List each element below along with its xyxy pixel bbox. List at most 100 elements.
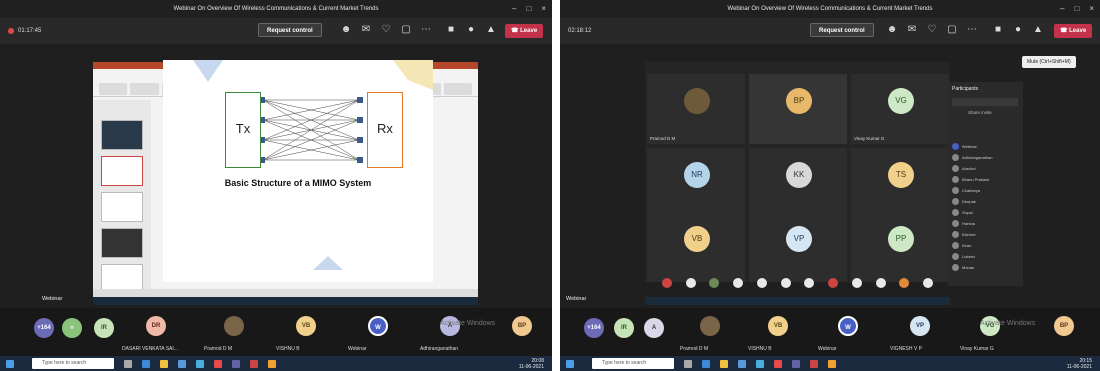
participant-row[interactable]: Kiran [952, 241, 1019, 250]
maximize-icon[interactable]: □ [526, 0, 531, 18]
participant-row[interactable]: Mohan [952, 263, 1019, 272]
reactions-icon[interactable]: ♡ [926, 24, 938, 36]
close-icon[interactable]: × [1089, 0, 1094, 18]
camera-icon[interactable]: ■ [445, 24, 457, 36]
participant-row[interactable]: Chaitanya [952, 186, 1019, 195]
participant-tile[interactable]: Pramod D M [680, 312, 740, 352]
share-invite-link[interactable]: Share invite [968, 110, 992, 115]
participant-tile[interactable]: W Webinar [818, 312, 878, 352]
teams-icon[interactable] [232, 359, 240, 368]
leave-button[interactable]: ☎ Leave [1054, 24, 1093, 38]
participant-name: Webinar [962, 144, 977, 149]
participant-row[interactable]: Deepak [952, 197, 1019, 206]
participants-icon[interactable]: ☻ [340, 24, 352, 36]
microphone-icon[interactable]: ● [465, 24, 477, 36]
leave-button[interactable]: ☎ Leave [505, 24, 544, 38]
rooms-icon[interactable]: ▢ [946, 24, 958, 36]
gallery-tile[interactable]: Pramod D M [647, 74, 745, 144]
gallery-tile[interactable]: VB [647, 212, 745, 282]
file-explorer-icon[interactable] [160, 359, 168, 368]
gallery-tile[interactable]: BP [749, 74, 847, 144]
participant-tile[interactable]: VP VIGNESH V P [890, 312, 950, 352]
participant-tile[interactable]: VG Vinay Kumar G [960, 312, 1020, 352]
reaction-icon[interactable] [709, 278, 720, 288]
clock-date: 11-06-2021 [518, 363, 544, 370]
participant-tile[interactable]: Pramod D M [204, 312, 264, 352]
powerpoint-icon[interactable] [810, 359, 818, 368]
start-icon[interactable] [566, 359, 574, 368]
participant-tile[interactable]: BP [492, 312, 552, 352]
reaction-icon[interactable] [875, 278, 886, 288]
reaction-icon[interactable] [661, 278, 672, 288]
gallery-tile[interactable]: VG Vinay Kumar G [851, 74, 949, 144]
gallery-tile[interactable]: KK [749, 148, 847, 218]
rooms-icon[interactable]: ▢ [400, 24, 412, 36]
gallery-tile[interactable]: VP [749, 212, 847, 282]
gallery-tile[interactable]: PP [851, 212, 949, 282]
participant-row[interactable]: Harsha [952, 219, 1019, 228]
participants-icon[interactable]: ☻ [886, 24, 898, 36]
chrome-icon[interactable] [268, 359, 276, 368]
chrome-icon[interactable] [828, 359, 836, 368]
close-icon[interactable]: × [541, 0, 546, 18]
reaction-icon[interactable] [756, 278, 767, 288]
reaction-icon[interactable] [804, 278, 815, 288]
chat-icon[interactable]: ✉ [906, 24, 918, 36]
start-icon[interactable] [6, 359, 14, 368]
meeting-timer: 01:17:45 [18, 28, 42, 34]
taskbar-search[interactable]: Type here to search [592, 358, 674, 369]
taskbar-search[interactable]: Type here to search [32, 358, 114, 369]
store-icon[interactable] [738, 359, 746, 368]
minimize-icon[interactable]: – [512, 0, 516, 18]
participant-tile[interactable]: VB VISHNU B [748, 312, 808, 352]
share-icon[interactable]: ▲ [485, 24, 497, 36]
reaction-icon[interactable] [685, 278, 696, 288]
reaction-icon[interactable] [780, 278, 791, 288]
more-icon[interactable]: ⋯ [966, 24, 978, 36]
reaction-icon[interactable] [899, 278, 910, 288]
edge-icon[interactable] [702, 359, 710, 368]
reaction-icon[interactable] [733, 278, 744, 288]
share-icon[interactable]: ▲ [1032, 24, 1044, 36]
microphone-icon[interactable]: ● [1012, 24, 1024, 36]
reaction-icon[interactable] [851, 278, 862, 288]
teams-icon[interactable] [792, 359, 800, 368]
store-icon[interactable] [178, 359, 186, 368]
participant-row[interactable]: Kishore [952, 230, 1019, 239]
participant-tile[interactable]: VB VISHNU B [276, 312, 336, 352]
reaction-icon[interactable] [923, 278, 934, 288]
participant-row[interactable]: Gopal [952, 208, 1019, 217]
task-view-icon[interactable] [124, 359, 132, 368]
app-icon[interactable] [214, 359, 222, 368]
reactions-icon[interactable]: ♡ [380, 24, 392, 36]
participant-row[interactable]: Lokesh [952, 252, 1019, 261]
gallery-tile[interactable]: TS [851, 148, 949, 218]
participant-tile[interactable]: W Webinar [348, 312, 408, 352]
chat-icon[interactable]: ✉ [360, 24, 372, 36]
camera-icon[interactable]: ■ [992, 24, 1004, 36]
participant-row[interactable]: Bhanu Prakash [952, 175, 1019, 184]
reaction-icon[interactable] [828, 278, 839, 288]
participant-tile[interactable]: DR DASARI VENKATA SAI... [122, 312, 182, 352]
participant-tile[interactable]: A Adhiranganathan [420, 312, 480, 352]
edge-icon[interactable] [142, 359, 150, 368]
request-control-button[interactable]: Request control [258, 23, 322, 37]
gallery-tile[interactable]: NR [647, 148, 745, 218]
participants-search[interactable] [952, 98, 1018, 106]
file-explorer-icon[interactable] [720, 359, 728, 368]
participant-row[interactable]: Webinar [952, 142, 1019, 151]
request-control-button[interactable]: Request control [810, 23, 874, 37]
more-icon[interactable]: ⋯ [420, 24, 432, 36]
participant-row[interactable]: Aravind [952, 164, 1019, 173]
participant-row[interactable]: Adhiranganathan [952, 153, 1019, 162]
participant-tile[interactable]: BP [1034, 312, 1094, 352]
powerpoint-icon[interactable] [250, 359, 258, 368]
maximize-icon[interactable]: □ [1074, 0, 1079, 18]
mail-icon[interactable] [196, 359, 204, 368]
slide-thumbnails [93, 100, 151, 294]
app-icon[interactable] [774, 359, 782, 368]
task-view-icon[interactable] [684, 359, 692, 368]
minimize-icon[interactable]: – [1060, 0, 1064, 18]
tx-label: Tx [235, 121, 251, 136]
mail-icon[interactable] [756, 359, 764, 368]
